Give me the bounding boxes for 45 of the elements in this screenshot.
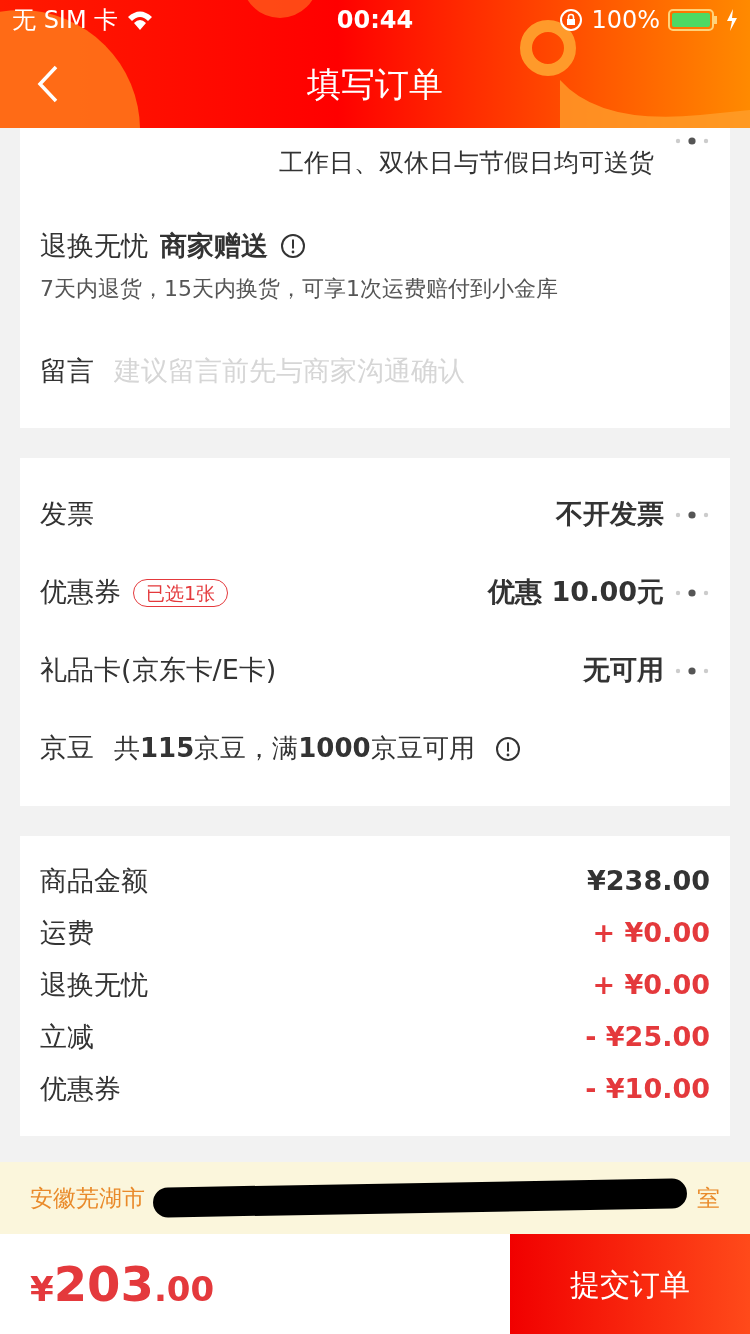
summary-label: 退换无忧 — [40, 968, 148, 1003]
service-title: 退换无忧 — [40, 228, 148, 263]
summary-value: ¥238.00 — [587, 864, 710, 899]
more-dots-icon — [674, 510, 710, 519]
summary-label: 优惠券 — [40, 1072, 121, 1107]
more-dots-icon — [674, 588, 710, 597]
battery-icon — [668, 8, 718, 32]
summary-value: - ¥25.00 — [585, 1020, 710, 1055]
page-title: 填写订单 — [307, 62, 443, 106]
summary-value: - ¥10.00 — [585, 1072, 710, 1107]
option-row[interactable]: 优惠券 已选1张 优惠 10.00元 — [40, 553, 710, 632]
service-description: 7天内退货，15天内换货，可享1次运费赔付到小金库 — [40, 275, 559, 303]
summary-label: 运费 — [40, 916, 94, 951]
summary-label: 商品金额 — [40, 864, 148, 899]
option-label: 发票 — [40, 497, 94, 532]
info-icon[interactable] — [280, 232, 306, 259]
service-tag: 商家赠送 — [160, 225, 268, 266]
summary-label: 立减 — [40, 1020, 94, 1055]
total-price: ¥203.00 — [30, 1255, 215, 1314]
submit-order-button[interactable]: 提交订单 — [510, 1234, 750, 1334]
charging-icon — [726, 9, 738, 31]
message-label: 留言 — [40, 354, 94, 388]
option-value: 优惠 10.00元 — [488, 575, 664, 610]
battery-percent: 100% — [591, 5, 660, 36]
option-value: 不开发票 — [556, 497, 664, 532]
carrier-text: 无 SIM 卡 — [12, 5, 119, 36]
rotation-lock-icon — [559, 8, 584, 32]
wifi-icon — [126, 9, 155, 31]
more-dots-icon — [674, 666, 710, 675]
option-label: 优惠券 — [40, 575, 121, 610]
option-row[interactable]: 发票 不开发票 — [40, 475, 710, 554]
jingdou-info: 共115京豆，满1000京豆可用 — [114, 732, 475, 765]
delivery-note: 工作日、双休日与节假日均可送货 — [279, 147, 654, 179]
address-text: 安徽芜湖市 — [30, 1183, 145, 1213]
clock-text: 00:44 — [336, 5, 414, 36]
option-row[interactable]: 礼品卡(京东卡/E卡) 无可用 — [40, 631, 710, 710]
address-end-text: 室 — [697, 1183, 720, 1213]
decor-ring — [520, 20, 576, 76]
summary-value: + ¥0.00 — [592, 968, 710, 1003]
option-label: 礼品卡(京东卡/E卡) — [40, 653, 277, 688]
info-icon[interactable] — [494, 735, 521, 762]
summary-value: + ¥0.00 — [592, 916, 710, 951]
more-dots-icon — [674, 136, 710, 145]
option-label: 京豆 — [40, 731, 94, 766]
option-value: 无可用 — [583, 653, 664, 688]
